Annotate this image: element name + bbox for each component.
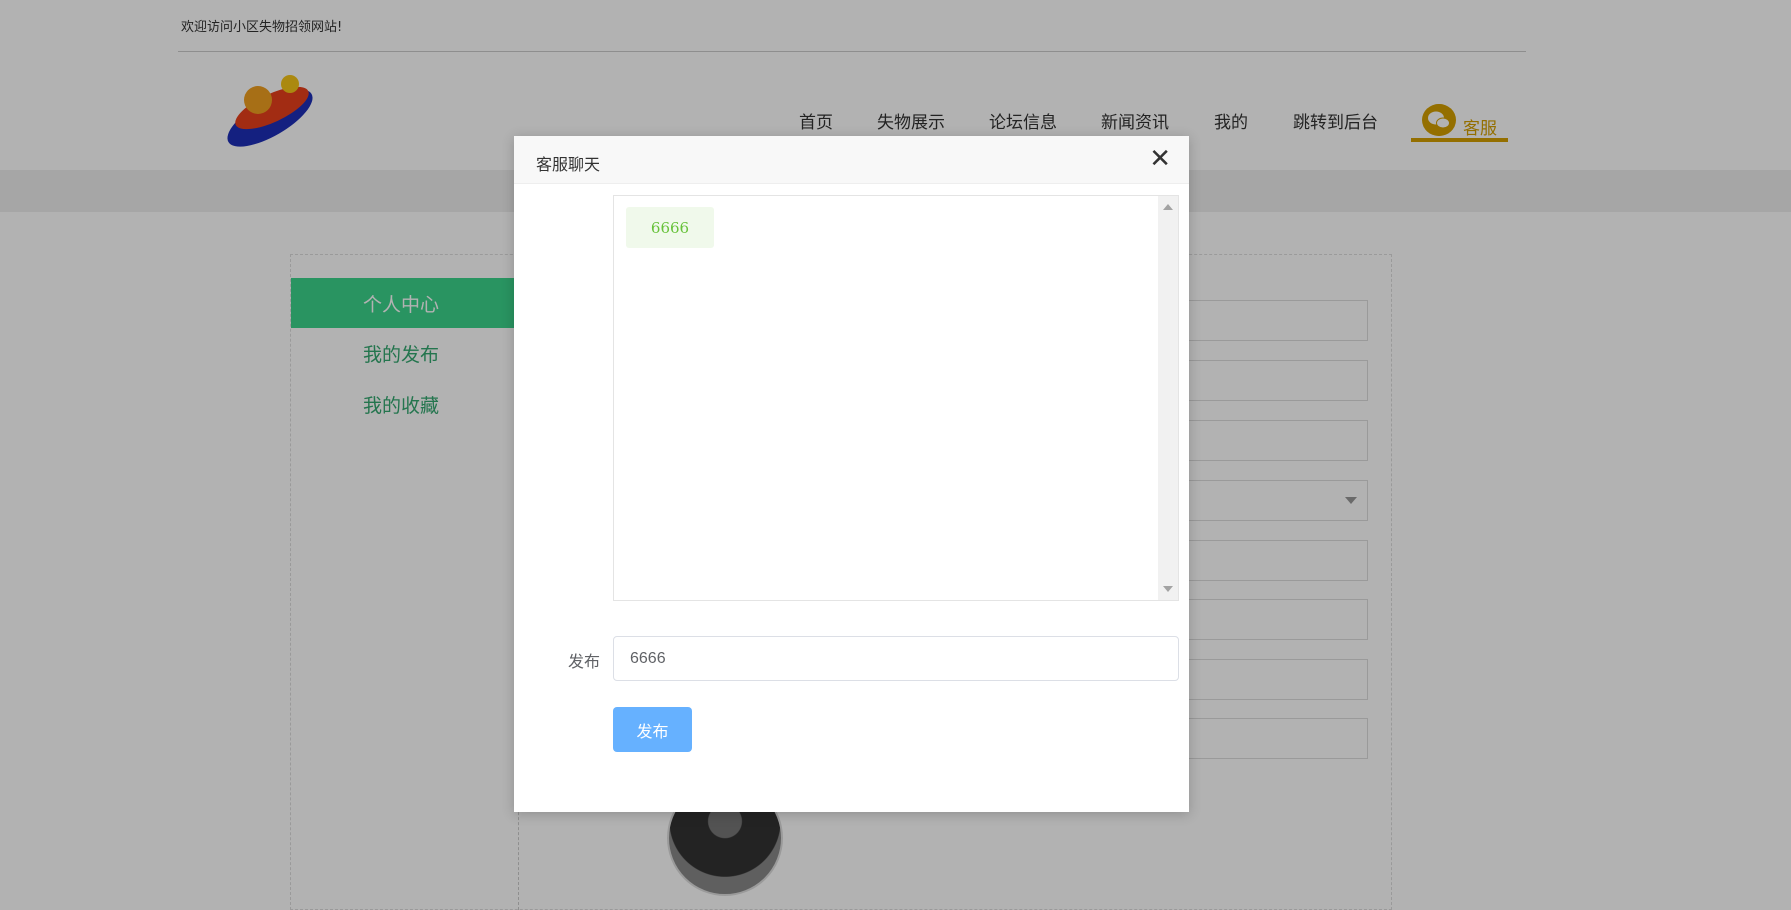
chat-message-text: 6666: [650, 219, 690, 237]
post-label: 发布: [568, 652, 601, 671]
post-button[interactable]: 发布: [613, 707, 692, 752]
message-input[interactable]: [613, 636, 1179, 681]
chat-dialog: 客服聊天 ✕ 6666 发布 发布: [514, 136, 1189, 812]
scroll-down-icon[interactable]: [1163, 586, 1173, 592]
dialog-title: 客服聊天: [536, 155, 601, 174]
scroll-up-icon[interactable]: [1163, 204, 1173, 210]
dialog-header: 客服聊天 ✕: [514, 136, 1189, 184]
close-icon[interactable]: ✕: [1149, 146, 1171, 172]
chat-message-list[interactable]: 6666: [613, 195, 1179, 601]
chat-message: 6666: [626, 207, 714, 248]
scrollbar[interactable]: [1158, 196, 1178, 600]
